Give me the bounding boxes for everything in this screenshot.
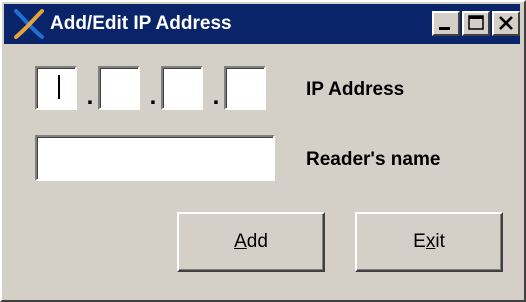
close-button[interactable] bbox=[492, 11, 520, 36]
exit-label-rest: it bbox=[435, 231, 445, 252]
ip-separator: . bbox=[86, 83, 94, 110]
ip-address-label: IP Address bbox=[306, 79, 405, 100]
ip-octet-3-input[interactable] bbox=[161, 66, 203, 110]
add-mnemonic: A bbox=[234, 231, 247, 252]
ip-separator: . bbox=[149, 83, 157, 110]
reader-name-label: Reader's name bbox=[306, 149, 441, 170]
minimize-button[interactable] bbox=[432, 11, 460, 36]
window-title: Add/Edit IP Address bbox=[50, 13, 232, 34]
maximize-button[interactable] bbox=[462, 11, 490, 36]
exit-mnemonic: x bbox=[425, 231, 436, 252]
exit-label-pre: E bbox=[413, 231, 426, 252]
text-caret bbox=[58, 75, 60, 99]
ip-separator: . bbox=[212, 83, 220, 110]
x-logo-icon bbox=[12, 9, 46, 39]
ip-octet-4-input[interactable] bbox=[224, 66, 266, 110]
add-button[interactable]: Add bbox=[177, 212, 325, 272]
title-bar[interactable]: Add/Edit IP Address bbox=[4, 4, 520, 44]
dialog-window: Add/Edit IP Address . . . IP Address Rea… bbox=[0, 0, 526, 302]
add-label-rest: dd bbox=[246, 231, 268, 252]
ip-octet-1-input[interactable] bbox=[35, 66, 77, 110]
exit-button[interactable]: Exit bbox=[355, 212, 503, 272]
ip-octet-2-input[interactable] bbox=[98, 66, 140, 110]
reader-name-input[interactable] bbox=[35, 135, 275, 181]
